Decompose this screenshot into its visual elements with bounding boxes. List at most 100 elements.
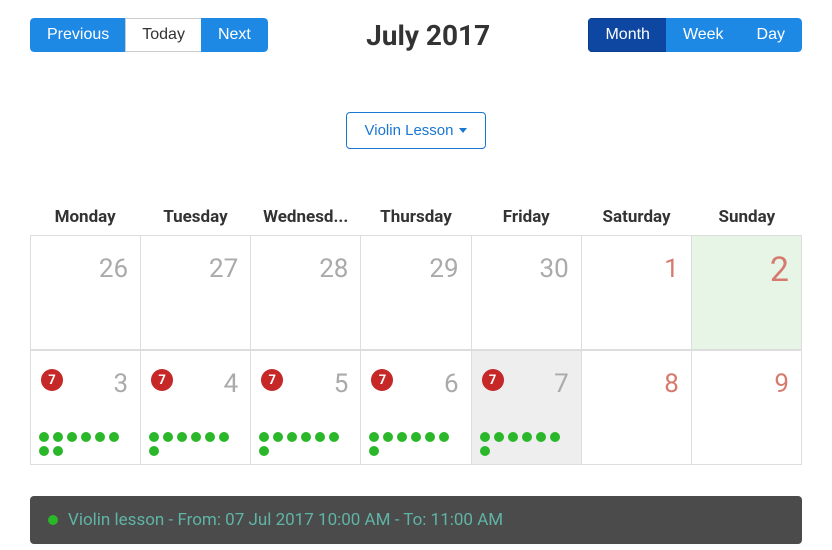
event-dot-icon [259,446,269,456]
event-dot-icon [315,432,325,442]
calendar-cell[interactable]: 27 [141,235,251,350]
calendar-cell[interactable]: 9 [692,350,802,465]
calendar-cell[interactable]: 28 [251,235,361,350]
event-dot-icon [39,446,49,456]
calendar-cell[interactable]: 2 [692,235,802,350]
event-count-badge: 7 [371,369,393,391]
weekday-header: Wednesd... [251,199,361,235]
day-number: 1 [664,254,679,284]
calendar-cell[interactable]: 29 [361,235,471,350]
caret-down-icon [459,128,467,133]
day-number: 7 [554,369,569,399]
weekday-header: Sunday [692,199,802,235]
calendar-cell[interactable]: 67 [361,350,471,465]
event-dot-icon [177,432,187,442]
event-dot-icon [411,432,421,442]
weekday-header: Tuesday [140,199,250,235]
calendar-title: July 2017 [366,19,490,52]
event-dot-icon [205,432,215,442]
next-button[interactable]: Next [201,18,268,52]
event-dot-icon [329,432,339,442]
event-dot-icon [369,432,379,442]
event-dots [149,432,242,456]
event-dot-icon [53,432,63,442]
event-dot-icon [508,432,518,442]
view-week-button[interactable]: Week [666,18,740,52]
event-dot-icon [494,432,504,442]
event-dots [480,432,573,456]
event-dot-icon [48,515,58,525]
event-dot-icon [109,432,119,442]
event-dot-icon [425,432,435,442]
event-dot-icon [550,432,560,442]
days-grid: 262728293012374757677789 [30,235,802,465]
view-button-group: Month Week Day [588,18,802,52]
calendar-cell[interactable]: 30 [472,235,582,350]
day-number: 5 [334,369,349,399]
filter-row: Violin Lesson [0,112,832,149]
calendar-cell[interactable]: 8 [582,350,692,465]
event-dots [369,432,462,456]
event-dot-icon [81,432,91,442]
event-dot-icon [149,432,159,442]
event-dot-icon [259,432,269,442]
event-count-badge: 7 [482,369,504,391]
view-day-button[interactable]: Day [740,18,802,52]
event-dot-icon [273,432,283,442]
event-count-badge: 7 [261,369,283,391]
event-dot-icon [439,432,449,442]
calendar-cell[interactable]: 1 [582,235,692,350]
day-number: 29 [429,254,458,284]
day-number: 3 [114,369,129,399]
event-dot-icon [536,432,546,442]
day-number: 27 [209,254,238,284]
event-dot-icon [163,432,173,442]
event-dot-icon [149,446,159,456]
day-number: 8 [664,369,679,399]
event-dot-icon [369,446,379,456]
event-dot-icon [522,432,532,442]
event-dot-icon [301,432,311,442]
event-dot-icon [480,432,490,442]
event-dot-icon [39,432,49,442]
day-number: 9 [774,369,789,399]
day-number: 6 [444,369,459,399]
calendar-cell[interactable]: 57 [251,350,361,465]
weekday-header: Friday [471,199,581,235]
event-dots [39,432,132,456]
event-tooltip-text: Violin lesson - From: 07 Jul 2017 10:00 … [68,510,503,530]
view-month-button[interactable]: Month [588,18,665,52]
weekday-header: Monday [30,199,140,235]
day-number: 30 [539,254,568,284]
calendar-cell[interactable]: 47 [141,350,251,465]
weekday-header: Thursday [361,199,471,235]
day-number: 26 [99,254,128,284]
calendar-cell[interactable]: 77 [472,350,582,465]
day-number: 28 [319,254,348,284]
previous-button[interactable]: Previous [30,18,125,52]
lesson-filter-dropdown[interactable]: Violin Lesson [346,112,487,149]
calendar-cell[interactable]: 26 [31,235,141,350]
lesson-filter-label: Violin Lesson [365,122,454,139]
nav-button-group: Previous Today Next [30,18,268,52]
day-number: 2 [770,250,789,290]
event-tooltip: Violin lesson - From: 07 Jul 2017 10:00 … [30,496,802,544]
event-dot-icon [480,446,490,456]
weekday-row: Monday Tuesday Wednesd... Thursday Frida… [30,199,802,235]
today-button[interactable]: Today [125,18,201,52]
event-count-badge: 7 [41,369,63,391]
event-dot-icon [53,446,63,456]
calendar-header: Previous Today Next July 2017 Month Week… [0,0,832,52]
event-dot-icon [95,432,105,442]
event-dot-icon [219,432,229,442]
calendar-body: Monday Tuesday Wednesd... Thursday Frida… [30,199,802,465]
event-dot-icon [397,432,407,442]
event-dots [259,432,352,456]
event-dot-icon [191,432,201,442]
event-dot-icon [67,432,77,442]
calendar-cell[interactable]: 37 [31,350,141,465]
weekday-header: Saturday [581,199,691,235]
event-dot-icon [287,432,297,442]
day-number: 4 [224,369,239,399]
event-dot-icon [383,432,393,442]
